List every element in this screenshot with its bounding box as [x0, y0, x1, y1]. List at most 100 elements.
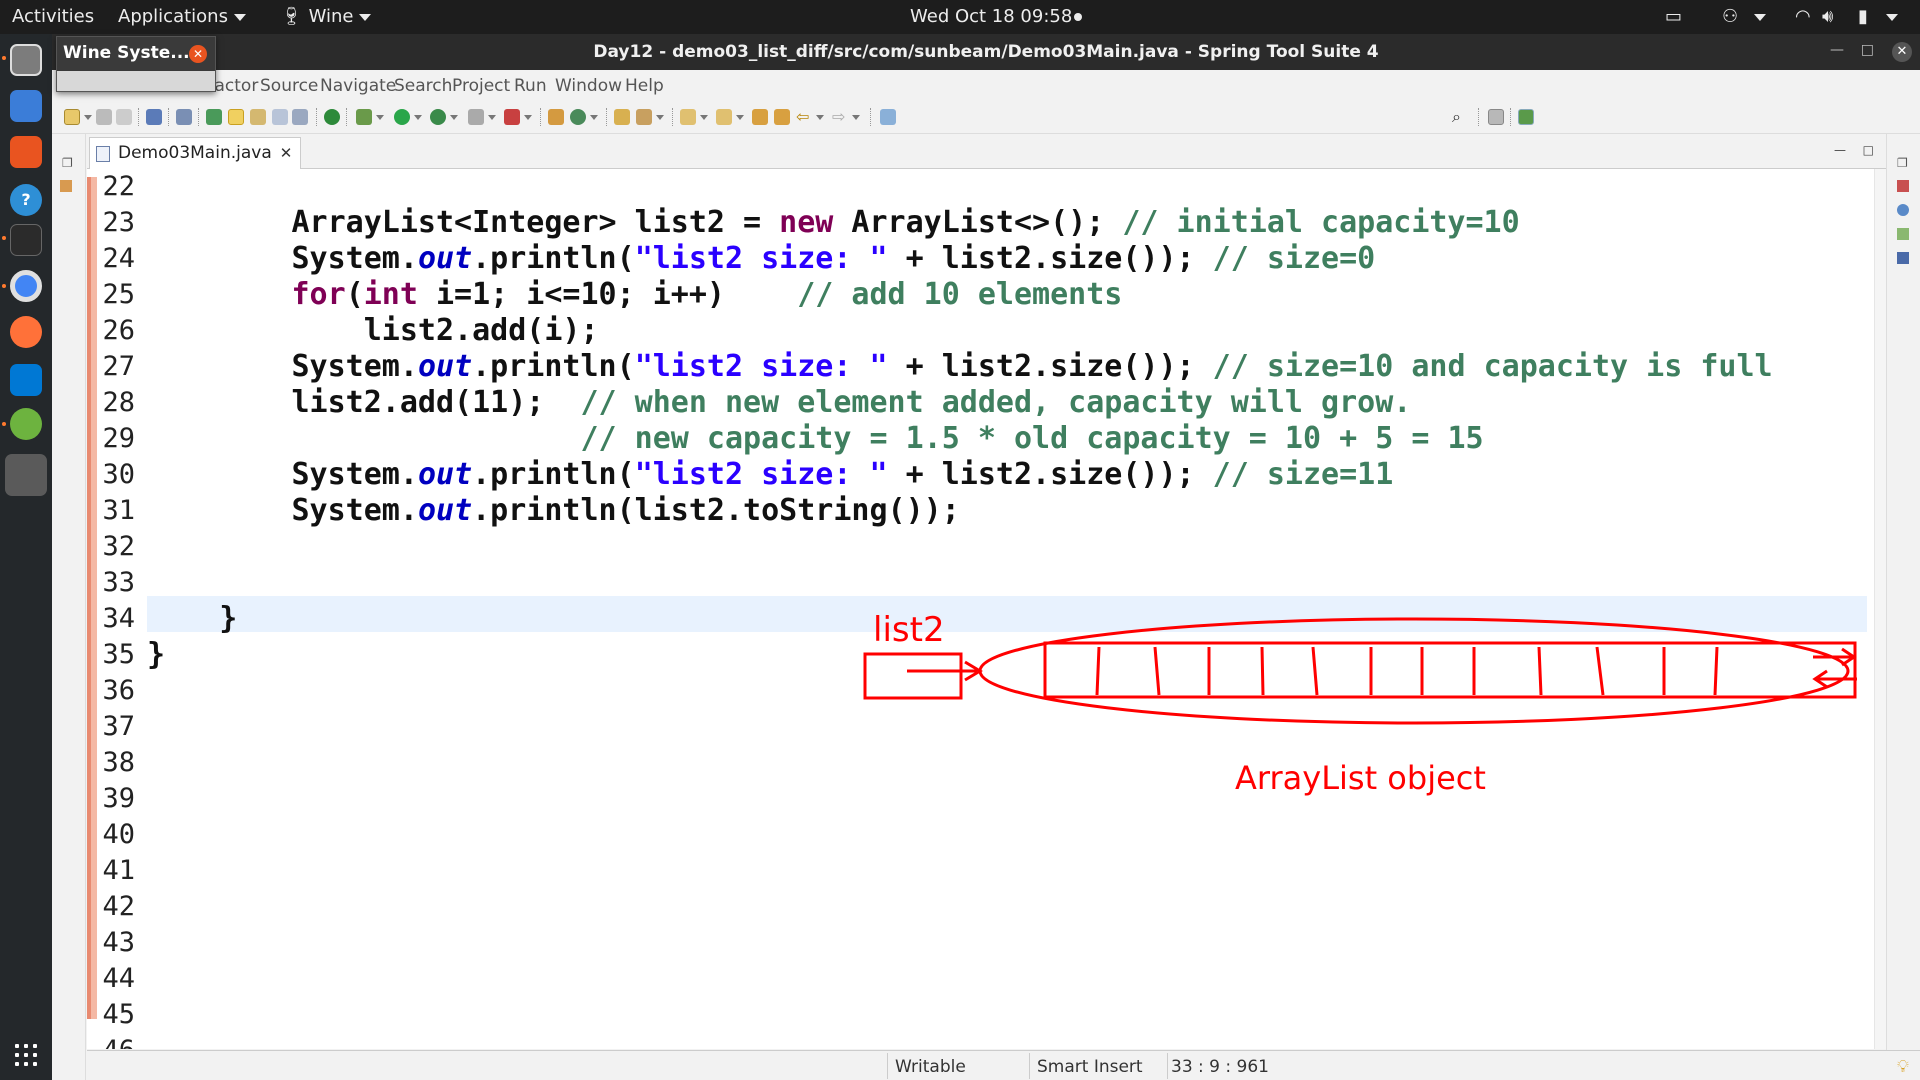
wifi-icon[interactable]: ◠ — [1795, 6, 1811, 27]
back-arrow-icon[interactable]: ⇦ — [796, 109, 812, 125]
vertical-scrollbar[interactable] — [1874, 169, 1886, 1049]
forward-edit-icon[interactable] — [774, 109, 790, 125]
chevron-down-icon[interactable] — [376, 115, 384, 120]
minimize-icon[interactable]: — — [1830, 42, 1844, 58]
open-console-icon[interactable] — [146, 109, 162, 125]
chevron-down-icon[interactable] — [84, 115, 92, 120]
battery-icon[interactable]: ▮ — [1858, 6, 1868, 27]
spring-tool-suite-icon[interactable] — [10, 408, 42, 440]
wine-popup-close-button[interactable]: ✕ — [189, 45, 207, 63]
menu-help[interactable]: Help — [625, 76, 664, 96]
menu-window[interactable]: Window — [555, 76, 622, 96]
skip-breakpoints-icon[interactable] — [176, 109, 192, 125]
applications-menu[interactable]: Applications — [118, 6, 246, 27]
annotation-icon[interactable] — [250, 109, 266, 125]
software-center-icon[interactable] — [10, 136, 42, 168]
wine-app-menu[interactable]: 🍷︎ Wine — [280, 6, 372, 27]
volume-icon[interactable]: 🔊︎ — [1822, 6, 1833, 27]
chevron-down-icon[interactable] — [656, 115, 664, 120]
spring-explorer-icon[interactable] — [1897, 204, 1909, 216]
save-all-icon[interactable] — [116, 109, 132, 125]
files-icon[interactable] — [10, 44, 42, 76]
coverage-icon[interactable] — [430, 109, 446, 125]
terminal-icon[interactable] — [10, 224, 42, 256]
java-perspective-icon[interactable] — [1518, 109, 1534, 125]
pin-editor-icon[interactable] — [880, 109, 896, 125]
open-type-icon[interactable] — [614, 109, 630, 125]
chevron-down-icon[interactable] — [700, 115, 708, 120]
chrome-icon[interactable] — [10, 270, 42, 302]
external-tools-icon[interactable] — [504, 109, 520, 125]
debug-icon[interactable] — [356, 109, 372, 125]
wine-app-menu-label: Wine — [308, 6, 354, 27]
open-perspective-icon[interactable] — [1488, 109, 1504, 125]
notification-dot-icon — [1074, 13, 1082, 21]
new-java-project-icon[interactable] — [548, 109, 564, 125]
wine-icon[interactable] — [5, 454, 47, 496]
chevron-down-icon[interactable] — [488, 115, 496, 120]
open-task-icon[interactable] — [636, 109, 652, 125]
chevron-down-icon[interactable] — [816, 115, 824, 120]
search-icon[interactable]: ⌕ — [1452, 109, 1468, 125]
menu-navigate[interactable]: Navigate — [320, 76, 396, 96]
close-window-button[interactable]: ✕ — [1892, 42, 1912, 62]
package-explorer-icon[interactable] — [60, 180, 72, 192]
lightbulb-icon[interactable]: 💡︎ — [1897, 1057, 1909, 1077]
chevron-down-icon[interactable] — [524, 115, 532, 120]
screen-icon[interactable]: ▭ — [1665, 6, 1682, 27]
problems-icon[interactable] — [1897, 228, 1909, 240]
tab-demo03main[interactable]: Demo03Main.java ✕ — [89, 137, 302, 169]
new-icon[interactable] — [64, 109, 80, 125]
menu-run[interactable]: Run — [514, 76, 547, 96]
last-edit-location-icon[interactable] — [752, 109, 768, 125]
chevron-down-icon[interactable] — [590, 115, 598, 120]
menu-search[interactable]: Search — [394, 76, 452, 96]
chevron-down-icon[interactable] — [852, 115, 860, 120]
boot-dashboard-icon[interactable] — [324, 109, 340, 125]
menu-source[interactable]: Source — [260, 76, 318, 96]
restore-icon[interactable]: ❐ — [1897, 156, 1908, 170]
console-icon[interactable] — [1897, 252, 1909, 264]
vscode-icon[interactable] — [10, 364, 42, 396]
mark-occurrences-icon[interactable] — [228, 109, 244, 125]
restore-icon[interactable]: ❐ — [62, 156, 73, 170]
help-icon[interactable]: ? — [10, 184, 42, 216]
text-editor-icon[interactable] — [10, 90, 42, 122]
status-bar: Writable Smart Insert 33 : 9 : 961 💡︎ — [87, 1050, 1920, 1080]
wine-system-tray-popup[interactable]: Wine Syste... ✕ — [56, 36, 216, 92]
maximize-icon[interactable]: □ — [1861, 42, 1874, 58]
running-indicator — [2, 56, 6, 60]
outline-icon[interactable] — [1897, 180, 1909, 192]
run-icon[interactable] — [394, 109, 410, 125]
array-box — [1043, 641, 1857, 699]
show-applications-icon[interactable] — [15, 1044, 37, 1066]
show-whitespace-icon[interactable] — [292, 109, 308, 125]
link-icon[interactable] — [206, 109, 222, 125]
new-class-icon[interactable] — [570, 109, 586, 125]
activities-button[interactable]: Activities — [12, 6, 94, 27]
chevron-down-icon[interactable] — [414, 115, 422, 120]
save-icon[interactable] — [96, 109, 112, 125]
block-selection-icon[interactable] — [272, 109, 288, 125]
menu-project[interactable]: Project — [452, 76, 510, 96]
chevron-down-icon[interactable] — [450, 115, 458, 120]
accessibility-icon[interactable]: ⚇ — [1722, 6, 1738, 27]
arraylist-object-label: ArrayList object — [1235, 759, 1486, 797]
stop-icon[interactable] — [468, 109, 484, 125]
minimize-icon[interactable]: — — [1834, 143, 1846, 157]
wine-popup-body — [57, 71, 215, 91]
next-annotation-icon[interactable] — [680, 109, 696, 125]
chevron-down-icon[interactable] — [736, 115, 744, 120]
running-indicator — [2, 422, 6, 426]
tab-label: Demo03Main.java — [118, 143, 272, 163]
previous-annotation-icon[interactable] — [716, 109, 732, 125]
firefox-icon[interactable] — [10, 316, 42, 348]
object-ellipse — [978, 617, 1850, 725]
forward-arrow-icon[interactable]: ⇨ — [832, 109, 848, 125]
window-titlebar[interactable]: Day12 - demo03_list_diff/src/com/sunbeam… — [52, 34, 1920, 70]
maximize-icon[interactable]: □ — [1863, 143, 1874, 157]
close-icon[interactable]: ✕ — [280, 144, 293, 162]
insert-mode-status[interactable]: Smart Insert — [1037, 1057, 1143, 1077]
clock[interactable]: Wed Oct 18 09:58 — [910, 6, 1072, 27]
java-code-editor[interactable]: 22 23 24 25 26 27 28 29 30 31 32 33 34 3… — [87, 169, 1886, 1049]
